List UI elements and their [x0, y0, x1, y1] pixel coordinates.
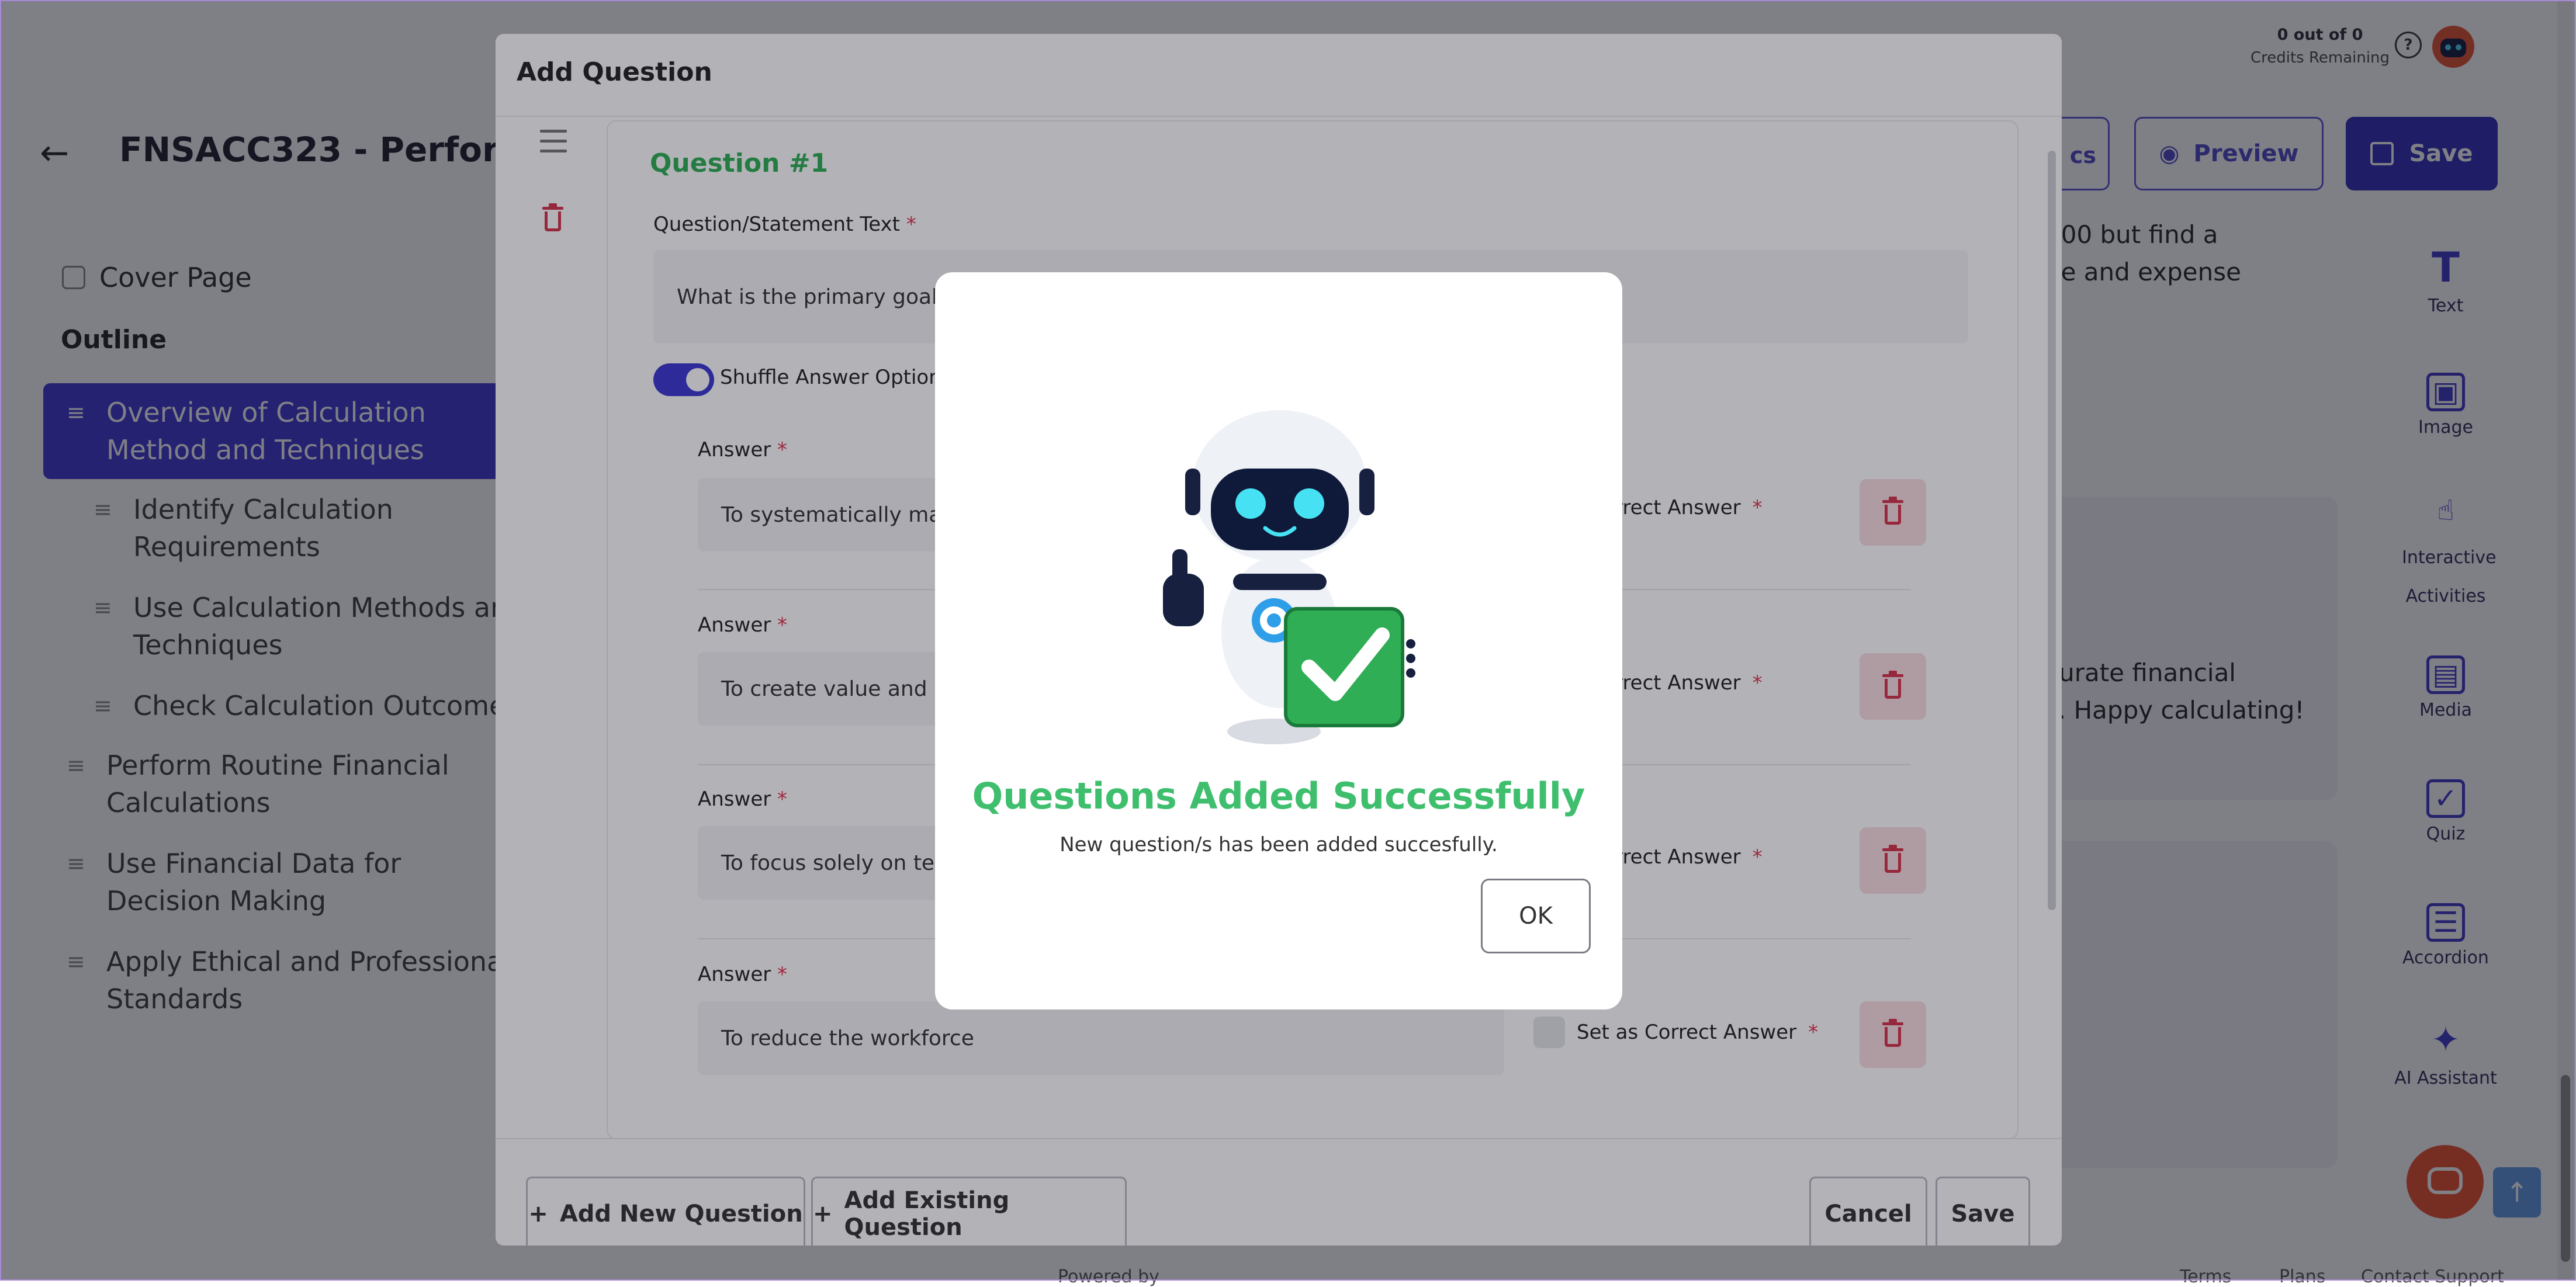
ok-button[interactable]: OK: [1481, 879, 1591, 953]
robot-success-illustration: [1163, 410, 1415, 744]
dialog-message: New question/s has been added succesfull…: [1060, 833, 1498, 856]
dialog-title: Questions Added Successfully: [972, 775, 1585, 817]
success-dialog: Questions Added Successfully New questio…: [935, 272, 1622, 1010]
